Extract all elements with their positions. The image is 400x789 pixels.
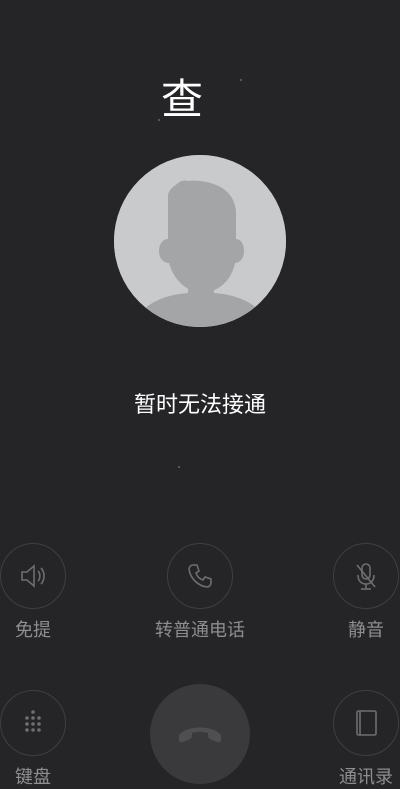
speaker-button[interactable] (0, 543, 66, 609)
transfer-to-phone-control[interactable]: 转普通电话 (140, 543, 260, 643)
contacts-label: 通讯录 (339, 767, 393, 788)
person-silhouette-icon (114, 155, 286, 327)
noise-speck (178, 466, 180, 468)
transfer-label: 转普通电话 (155, 620, 245, 641)
contact-avatar (114, 155, 286, 327)
call-status-text: 暂时无法接通 (133, 393, 266, 418)
contacts-book-icon (356, 710, 377, 736)
speaker-icon (21, 564, 45, 588)
speaker-label: 免提 (15, 620, 51, 641)
keypad-label: 键盘 (15, 767, 51, 788)
phone-icon (188, 564, 212, 588)
contacts-button[interactable] (333, 690, 399, 756)
transfer-to-phone-button[interactable] (167, 543, 233, 609)
speaker-control[interactable]: 免提 (0, 543, 93, 643)
mute-control[interactable]: 静音 (306, 543, 400, 643)
keypad-button[interactable] (0, 690, 66, 756)
mute-button[interactable] (333, 543, 399, 609)
microphone-muted-icon (356, 563, 376, 590)
caller-name: 查 (160, 75, 203, 124)
keypad-icon (25, 710, 41, 732)
hang-up-icon (179, 727, 221, 743)
mute-label: 静音 (348, 620, 384, 641)
keypad-control[interactable]: 键盘 (0, 690, 93, 789)
noise-speck (158, 119, 160, 121)
hang-up-button[interactable] (150, 684, 250, 784)
contacts-control[interactable]: 通讯录 (306, 690, 400, 789)
noise-speck (240, 79, 242, 81)
call-screen: 查 暂时无法接通 免提 转普通电话 静音 键盘 通讯录 (0, 0, 400, 789)
